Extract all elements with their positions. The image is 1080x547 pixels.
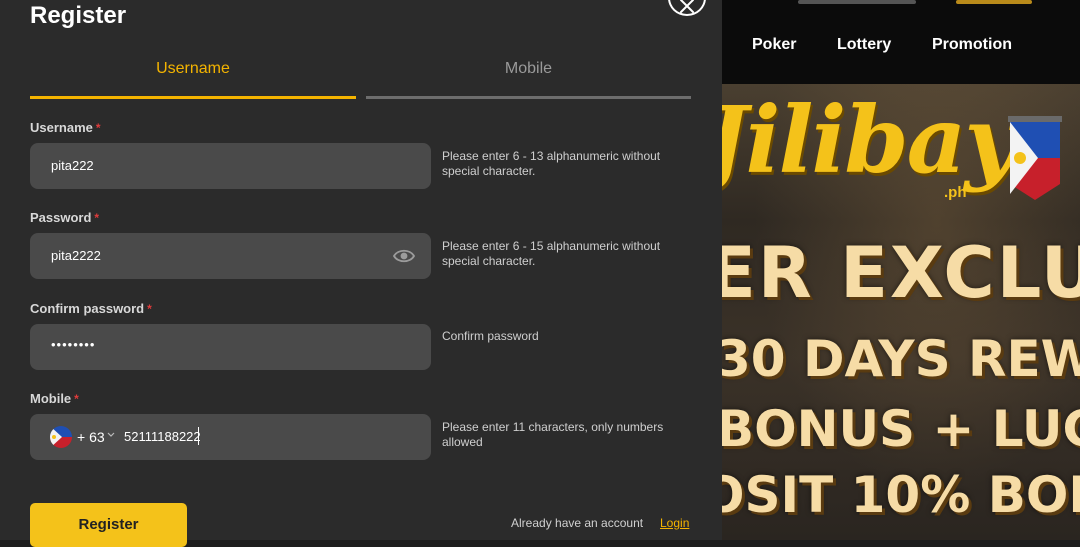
password-value: pita2222 (51, 248, 101, 263)
password-input[interactable]: pita2222 (30, 233, 431, 279)
nav-poker[interactable]: Poker (752, 36, 796, 54)
ph-flag-icon[interactable] (50, 426, 72, 448)
confirm-password-hint: Confirm password (442, 329, 539, 343)
eye-icon[interactable] (393, 247, 415, 265)
username-label: Username * (30, 120, 101, 135)
ph-flag-banner-icon (1008, 116, 1062, 200)
text-caret (198, 427, 199, 445)
promo-line-2: 30 DAYS REW (722, 330, 1080, 388)
mobile-hint: Please enter 11 characters, only numbers… (442, 420, 664, 449)
site-logo-suffix: .ph (944, 184, 967, 201)
required-marker: * (74, 392, 79, 406)
username-input[interactable]: pita222 (30, 143, 431, 189)
dial-code[interactable]: + 63 (77, 429, 105, 445)
password-label-text: Password (30, 210, 92, 225)
site-logo: Jilibay (722, 86, 1018, 194)
tab-username-underline (30, 96, 356, 99)
password-label: Password * (30, 210, 99, 225)
modal-title: Register (30, 2, 127, 29)
username-label-text: Username (30, 120, 93, 135)
nav-strip (798, 0, 916, 4)
mobile-label: Mobile * (30, 391, 79, 406)
register-button[interactable]: Register (30, 503, 187, 547)
confirm-password-input[interactable]: •••••••• (30, 324, 431, 370)
mobile-number-value: 52111188222 (124, 429, 201, 444)
password-hint: Please enter 6 - 15 alphanumeric without… (442, 239, 661, 268)
confirm-password-value: •••••••• (51, 337, 96, 352)
confirm-password-label-text: Confirm password (30, 301, 145, 316)
tab-username[interactable]: Username (30, 60, 356, 100)
promo-line-4: OSIT 10% BON (722, 466, 1080, 524)
confirm-password-label: Confirm password * (30, 301, 152, 316)
nav-strip (956, 0, 1032, 4)
nav-promotion[interactable]: Promotion (932, 36, 1012, 54)
required-marker: * (95, 121, 101, 135)
mobile-input[interactable]: + 63 52111188222 (30, 414, 431, 460)
already-have-account-text: Already have an account (511, 516, 644, 530)
close-button[interactable] (668, 0, 706, 16)
site-navbar: Poker Lottery Promotion (722, 0, 1080, 84)
required-marker: * (147, 302, 152, 316)
close-icon (680, 0, 694, 13)
promo-banner[interactable]: Jilibay .ph ER EXCLU 30 DAYS REW BONUS +… (722, 84, 1080, 540)
username-hint: Please enter 6 - 13 alphanumeric without… (442, 149, 661, 178)
tab-mobile-underline (366, 96, 691, 99)
nav-lottery[interactable]: Lottery (837, 36, 891, 54)
login-link[interactable]: Login (660, 516, 689, 530)
tab-mobile[interactable]: Mobile (366, 60, 691, 100)
chevron-down-icon[interactable] (107, 432, 115, 438)
promo-line-3: BONUS + LUC (722, 400, 1080, 458)
username-value: pita222 (51, 158, 94, 173)
promo-line-1: ER EXCLU (722, 232, 1080, 314)
mobile-label-text: Mobile (30, 391, 72, 406)
register-modal: Register Username Mobile Username * pita2… (0, 0, 722, 547)
required-marker: * (94, 211, 100, 225)
